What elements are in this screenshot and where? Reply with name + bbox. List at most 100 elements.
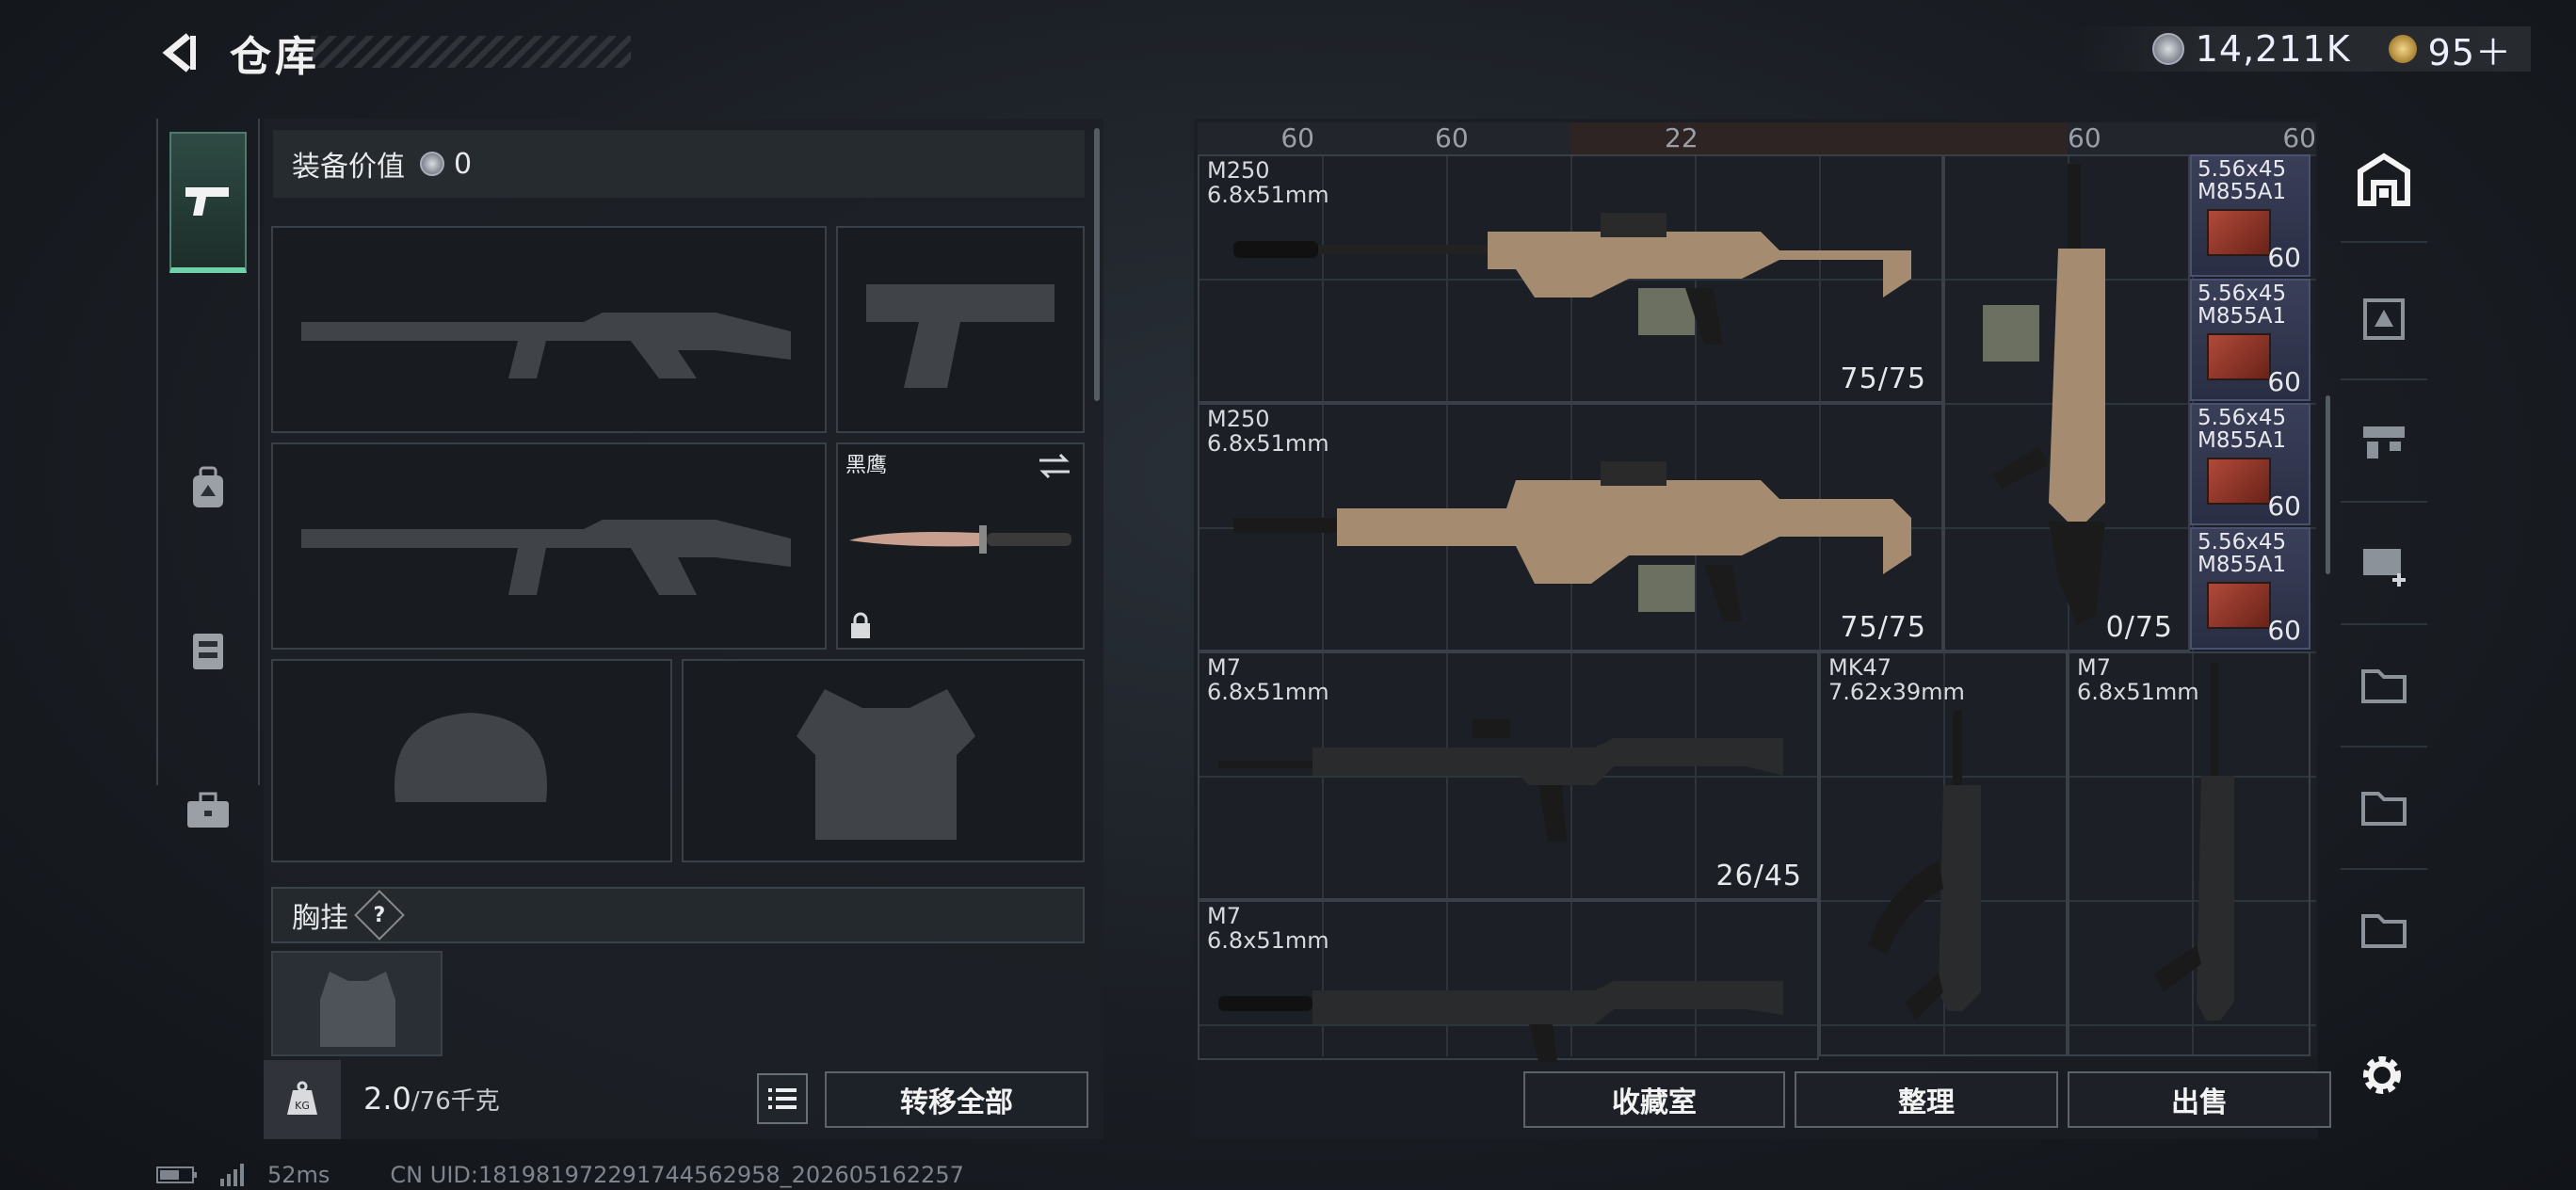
- ammo-type: M855A1: [2198, 553, 2287, 577]
- weapon-ammo: 75/75: [1840, 362, 1926, 395]
- weapon-ammo: 75/75: [1840, 611, 1926, 644]
- top-cell-count: 60: [2068, 122, 2101, 153]
- storage-item-weapon[interactable]: M7 6.8x51mm 26/45: [1198, 651, 1819, 900]
- tab-warehouse[interactable]: [2341, 119, 2427, 243]
- currency-bar: 14,211K 95＋: [2076, 24, 2531, 75]
- weight-current: 2.0: [363, 1081, 411, 1117]
- battery-icon: [156, 1166, 197, 1183]
- ammo-caliber: 5.56x45: [2198, 406, 2287, 430]
- silver-coin-icon: [420, 152, 444, 176]
- tab-container-3b[interactable]: [2341, 378, 2427, 503]
- storage-item-ammo[interactable]: 5.56x45 M855A1 60: [2190, 527, 2310, 650]
- weapon-name: M250: [1207, 406, 1270, 432]
- storage-item-weapon[interactable]: M7 6.8x51mm: [2068, 651, 2310, 1056]
- rifle-icon: [1218, 719, 1783, 842]
- lmg-vertical-icon: [1983, 164, 2105, 625]
- armor-placeholder-icon: [797, 689, 975, 840]
- transfer-all-button[interactable]: 转移全部: [825, 1071, 1088, 1128]
- tab-backpack[interactable]: [169, 418, 247, 559]
- top-cell-count: 22: [1570, 122, 2068, 154]
- gold-amount[interactable]: 95＋: [2428, 24, 2512, 75]
- storage-item-weapon[interactable]: 0/75: [1943, 154, 2190, 651]
- weapon-ammo: 0/75: [2105, 611, 2173, 644]
- helmet-placeholder-icon: [394, 713, 547, 802]
- tab-case[interactable]: [169, 740, 247, 881]
- back-arrow-icon: [162, 33, 196, 72]
- vest-icon: [193, 634, 223, 669]
- storage-tabs: [2341, 119, 2427, 1060]
- backpack-icon: [193, 466, 223, 507]
- warehouse-icon: [2358, 153, 2410, 206]
- rifle-vertical-icon: [2154, 663, 2234, 1021]
- swap-icon[interactable]: [1038, 452, 1071, 480]
- ammo-count: 60: [2267, 366, 2301, 397]
- sell-button[interactable]: 出售: [2068, 1071, 2331, 1128]
- ammo-caliber: 5.56x45: [2198, 281, 2287, 306]
- ammo-box-icon: [2207, 333, 2271, 380]
- gold-coin-icon: [2388, 35, 2417, 63]
- collection-room-button[interactable]: 收藏室: [1523, 1071, 1785, 1128]
- pistol-slot[interactable]: [836, 226, 1085, 433]
- storage-item-ammo[interactable]: 5.56x45 M855A1 60: [2190, 154, 2310, 277]
- tab-vest[interactable]: [169, 580, 247, 721]
- weapon-name: MK47: [1828, 654, 1892, 681]
- svg-text:KG: KG: [295, 1100, 310, 1112]
- folder-icon: [2361, 914, 2407, 948]
- ammo-caliber: 5.56x45: [2198, 157, 2287, 182]
- equipment-scrollbar[interactable]: [1094, 128, 1100, 401]
- folder-icon: [2361, 792, 2407, 826]
- lmg-icon: [1233, 213, 1911, 345]
- lmg-icon: [1233, 461, 1911, 621]
- helmet-slot[interactable]: [271, 659, 672, 862]
- storage-item-weapon[interactable]: M7 6.8x51mm: [1198, 900, 1819, 1062]
- melee-slot[interactable]: 黑鹰: [836, 442, 1085, 650]
- tab-folder-4c[interactable]: [2341, 868, 2427, 990]
- ammo-count: 60: [2267, 242, 2301, 273]
- chest-rig-label: 胸挂: [292, 902, 348, 935]
- armor-slot[interactable]: [682, 659, 1085, 862]
- chest-rig-header: 胸挂 ?: [271, 887, 1085, 943]
- carry-weight: 2.0/76千克: [363, 1081, 500, 1117]
- pistol-icon: [185, 187, 229, 216]
- primary-weapon-slot[interactable]: [271, 226, 827, 433]
- rifle-vertical-icon: [1868, 710, 1981, 1021]
- tab-container-3a[interactable]: [2341, 256, 2427, 380]
- list-view-button[interactable]: [757, 1073, 808, 1124]
- user-uid: CN UID:181981972291744562958_20260516225…: [390, 1162, 964, 1188]
- tab-container-4-add[interactable]: [2341, 501, 2427, 625]
- lock-icon: [851, 612, 870, 638]
- storage-item-ammo[interactable]: 5.56x45 M855A1 60: [2190, 279, 2310, 401]
- help-icon[interactable]: ?: [354, 890, 405, 941]
- weapon-name: M7: [1207, 903, 1241, 929]
- storage-item-weapon[interactable]: M250 6.8x51mm 75/75: [1198, 154, 1943, 403]
- container-icon: [2363, 298, 2405, 340]
- storage-item-ammo[interactable]: 5.56x45 M855A1 60: [2190, 403, 2310, 525]
- settings-button[interactable]: [2354, 1047, 2410, 1103]
- status-bar: 52ms CN UID:181981972291744562958_202605…: [156, 1162, 964, 1188]
- ammo-type: M855A1: [2198, 180, 2287, 204]
- rifle-icon: [1218, 981, 1783, 1062]
- silver-coin-icon: [2151, 33, 2184, 65]
- weight-icon: KG: [264, 1060, 341, 1139]
- weapon-caliber: 7.62x39mm: [1828, 679, 1965, 705]
- page-title: 仓库: [230, 33, 320, 81]
- secondary-weapon-slot[interactable]: [271, 442, 827, 650]
- rifle-placeholder-icon: [301, 313, 791, 378]
- tab-weapons[interactable]: [169, 132, 247, 273]
- ping: 52ms: [267, 1162, 330, 1188]
- briefcase-icon: [187, 792, 229, 828]
- tab-folder-4b[interactable]: [2341, 746, 2427, 870]
- storage-scrollbar[interactable]: [2326, 395, 2330, 574]
- ammo-box-icon: [2207, 209, 2271, 256]
- top-cell-count: 60: [1280, 122, 1314, 153]
- tab-folder-4a[interactable]: [2341, 623, 2427, 748]
- container-add-icon: [2363, 549, 2406, 587]
- storage-item-weapon[interactable]: MK47 7.62x39mm: [1819, 651, 2068, 1056]
- organize-button[interactable]: 整理: [1795, 1071, 2058, 1128]
- ammo-type: M855A1: [2198, 304, 2287, 329]
- rifle-placeholder-icon: [301, 520, 791, 595]
- equipment-value: 装备价值 0: [273, 130, 1085, 198]
- storage-item-weapon[interactable]: M250 6.8x51mm 75/75: [1198, 403, 1943, 651]
- chest-rig-slot[interactable]: [271, 951, 443, 1056]
- back-button[interactable]: [151, 26, 207, 79]
